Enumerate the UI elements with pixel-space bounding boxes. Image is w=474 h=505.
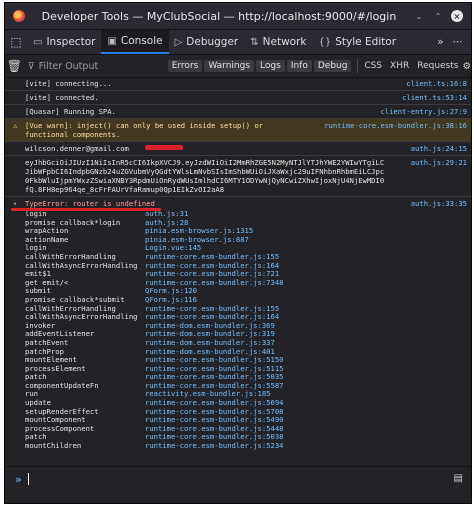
tab-console[interactable]: ▣ Console <box>101 30 169 54</box>
tab-inspector[interactable]: ▭ Inspector <box>27 30 101 54</box>
console-message: eyJhbGciOiJIUzI1NiIsInR5cCI6IkpXVCJ9.eyJ… <box>5 156 471 197</box>
filter-placeholder: Filter Output <box>38 60 99 72</box>
close-icon[interactable]: × <box>451 10 463 22</box>
warning-icon: ⚠ <box>12 121 18 130</box>
devtools-window: Developer Tools — MyClubSocial — http://… <box>4 2 472 504</box>
source-link[interactable]: runtime-core.esm-bundler.js:38:16 <box>324 121 467 139</box>
source-link[interactable]: client-entry.js:27:9 <box>380 107 467 116</box>
source-link[interactable]: client.ts:53:14 <box>402 93 467 102</box>
message-text: eyJhbGciOiJIUzI1NiIsInR5cCI6IkpXVCJ9.eyJ… <box>25 158 385 194</box>
tab-debugger[interactable]: ▷ Debugger <box>169 30 245 54</box>
tab-label: Debugger <box>186 36 239 48</box>
filter-errors-button[interactable]: Errors <box>167 60 203 72</box>
frame-function: componentUpdateFn <box>25 380 99 390</box>
console-message: [Quasar] Running SPA. client-entry.js:27:… <box>5 105 471 119</box>
trash-icon[interactable]: 🗑 <box>5 59 24 73</box>
filter-xhr-button[interactable]: XHR <box>390 61 409 71</box>
message-text: TypeError: router is undefined <box>25 199 155 208</box>
frame-function: mountChildren <box>25 441 82 451</box>
pick-element-icon[interactable]: ⬚ <box>5 35 27 49</box>
overflow-tabs-icon[interactable]: » <box>437 36 443 48</box>
network-icon: ⇅ <box>250 36 259 48</box>
inspector-icon: ▭ <box>33 36 43 48</box>
filter-bar: 🗑 ⊽ Filter Output Errors Warnings Logs I… <box>5 55 471 78</box>
filter-css-button[interactable]: CSS <box>364 61 382 71</box>
filter-info-button[interactable]: Info <box>286 60 312 72</box>
firefox-logo-icon <box>13 10 25 22</box>
stack-trace: login auth.js:31 promise callback*login aut… <box>25 209 471 451</box>
console-icon: ▣ <box>107 35 117 47</box>
filter-debug-button[interactable]: Debug <box>313 60 352 72</box>
stack-frame: actionName pinia.esm-browser.js:887 <box>25 235 471 245</box>
editor-mode-icon[interactable]: ▤ <box>454 473 463 484</box>
error-message: ▾ TypeError: router is undefined auth.js:3… <box>5 197 471 211</box>
maximize-icon[interactable]: ⌃ <box>432 10 444 22</box>
filter-logs-button[interactable]: Logs <box>256 60 285 72</box>
text-caret <box>27 473 29 485</box>
title-bar: Developer Tools — MyClubSocial — http://… <box>5 3 471 30</box>
console-output: [vite] connecting... client.ts:16:8 [vite… <box>5 77 471 473</box>
message-text: wilcson.denner@gmail.com <box>25 144 129 153</box>
tab-label: Style Editor <box>335 36 397 48</box>
source-link[interactable]: auth.js:29:21 <box>411 158 467 194</box>
warning-message: ⚠ [Vue warn]: inject() can only be used i… <box>5 119 471 142</box>
settings-icon[interactable]: ⚙ <box>462 61 471 72</box>
console-input[interactable]: » ▤ <box>5 466 471 503</box>
console-message: wilcson.denner@gmail.com auth.js:24:15 <box>5 142 471 156</box>
tab-style-editor[interactable]: {} Style Editor <box>313 30 403 54</box>
style-editor-icon: {} <box>318 36 332 48</box>
tab-label: Inspector <box>46 36 96 48</box>
message-text: [vite] connecting... <box>25 79 112 88</box>
message-text: [vite] connected. <box>25 93 99 102</box>
filter-requests-button[interactable]: Requests <box>417 61 458 71</box>
window-title: Developer Tools — MyClubSocial — http://… <box>41 9 397 23</box>
more-options-icon[interactable]: ⋯ <box>453 36 464 48</box>
console-message: [vite] connecting... client.ts:16:8 <box>5 77 471 91</box>
stack-frame: get emit/< runtime-core.esm-bundler.js:73… <box>25 278 471 288</box>
tab-network[interactable]: ⇅ Network <box>244 30 312 54</box>
source-link[interactable]: auth.js:24:15 <box>411 144 467 153</box>
message-text: [Quasar] Running SPA. <box>25 107 116 116</box>
source-link[interactable]: client.ts:16:8 <box>406 79 467 88</box>
filter-icon: ⊽ <box>27 60 35 72</box>
message-text: [Vue warn]: inject() can only be used in… <box>25 121 263 139</box>
redaction-mark <box>145 145 183 150</box>
tab-label: Console <box>120 35 163 47</box>
expand-arrow-icon[interactable]: ▾ <box>5 199 25 208</box>
source-link[interactable]: auth.js:33:35 <box>411 199 467 208</box>
filter-input[interactable]: ⊽ Filter Output <box>24 61 168 72</box>
tab-label: Network <box>262 36 307 48</box>
prompt-icon: » <box>15 473 22 486</box>
devtools-toolbar: ⬚ ▭ Inspector ▣ Console ▷ Debugger ⇅ Network… <box>5 30 471 55</box>
frame-source-link[interactable]: runtime-core.esm-bundler.js:5234 <box>145 441 283 451</box>
filter-warnings-button[interactable]: Warnings <box>204 60 255 72</box>
debugger-icon: ▷ <box>174 36 183 48</box>
stack-frame: mountChildren runtime-core.esm-bundler.js… <box>25 441 471 451</box>
minimize-icon[interactable]: ⌄ <box>413 10 425 22</box>
console-message: [vite] connected. client.ts:53:14 <box>5 91 471 105</box>
underline-mark <box>11 208 161 211</box>
